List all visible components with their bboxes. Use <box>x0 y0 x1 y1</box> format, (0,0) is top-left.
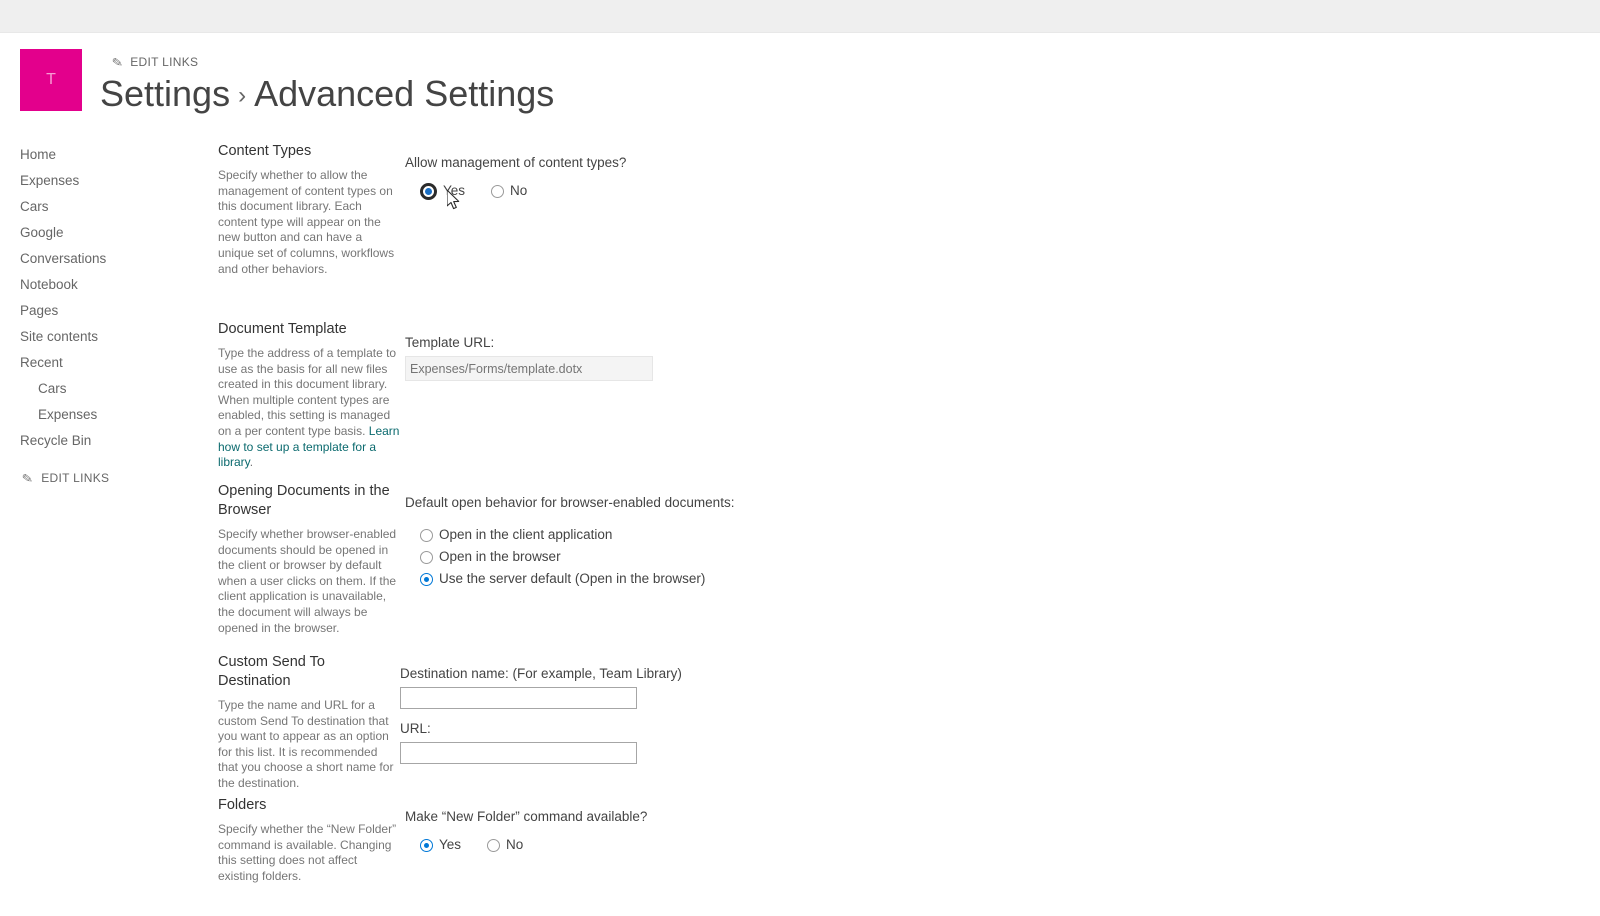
opening-documents-option-client[interactable]: Open in the client application <box>420 526 734 544</box>
sidebar-item-google[interactable]: Google <box>0 220 205 246</box>
opening-documents-question: Default open behavior for browser-enable… <box>405 495 735 510</box>
advanced-settings-form: Content Types Specify whether to allow t… <box>205 142 1600 916</box>
radio-icon-checked[interactable] <box>420 572 433 586</box>
content-types-option-no-label: No <box>510 183 528 198</box>
pencil-icon: ✎ <box>21 469 35 487</box>
edit-links-bottom-label: EDIT LINKS <box>41 471 110 485</box>
section-content-types-description: Specify whether to allow the management … <box>218 168 395 276</box>
section-document-template-description: Type the address of a template to use as… <box>218 346 400 471</box>
opening-documents-option-client-label: Open in the client application <box>439 527 613 542</box>
sidebar-item-recycle-bin[interactable]: Recycle Bin <box>0 428 205 454</box>
sidebar-item-recent[interactable]: Recent <box>0 350 205 376</box>
content-types-option-yes-label: Yes <box>443 183 466 198</box>
sidebar-item-site-contents[interactable]: Site contents <box>0 324 205 350</box>
destination-name-field: Destination name: (For example, Team Lib… <box>400 665 682 709</box>
section-custom-send-to-heading: Custom Send To Destination <box>218 654 325 689</box>
radio-icon-checked[interactable] <box>420 838 433 852</box>
site-logo[interactable]: T <box>20 49 82 111</box>
template-url-label: Template URL: <box>405 335 495 350</box>
breadcrumb-parent[interactable]: Settings <box>100 73 230 114</box>
destination-name-input[interactable] <box>400 687 637 709</box>
section-opening-documents: Opening Documents in the Browser Specify… <box>205 482 1600 653</box>
page-title: Advanced Settings <box>254 73 555 114</box>
section-folders-description: Specify whether the “New Folder” command… <box>218 822 397 883</box>
radio-icon-unchecked[interactable] <box>491 184 505 198</box>
sidebar-item-notebook[interactable]: Notebook <box>0 272 205 298</box>
destination-name-label: Destination name: (For example, Team Lib… <box>400 666 682 681</box>
radio-icon-unchecked[interactable] <box>487 838 501 852</box>
folders-option-yes[interactable]: Yes <box>420 836 461 854</box>
radio-icon-unchecked[interactable] <box>420 528 433 542</box>
section-document-template-heading: Document Template <box>218 321 347 337</box>
sidebar-subitem-expenses[interactable]: Expenses <box>0 402 205 428</box>
sidebar-item-home[interactable]: Home <box>0 142 205 168</box>
suite-bar <box>0 0 1600 33</box>
edit-links-bottom-button[interactable]: ✎ EDIT LINKS <box>21 469 110 487</box>
section-folders-heading: Folders <box>218 797 267 813</box>
breadcrumb-separator-icon: › <box>238 82 247 109</box>
edit-links-top-label: EDIT LINKS <box>130 55 199 69</box>
sidebar-item-expenses[interactable]: Expenses <box>0 168 205 194</box>
breadcrumb: Settings › Advanced Settings <box>100 73 554 115</box>
section-opening-documents-description: Specify whether browser-enabled document… <box>218 527 397 635</box>
content-types-option-no[interactable]: No <box>491 182 527 200</box>
sidebar: Home Expenses Cars Google Conversations … <box>0 142 205 486</box>
template-url-input[interactable] <box>405 356 653 381</box>
section-content-types-heading: Content Types <box>218 143 312 159</box>
section-folders: Folders Specify whether the “New Folder”… <box>205 796 1600 916</box>
folders-radio-group: Yes No <box>420 836 647 854</box>
content-types-radio-group: Yes No <box>420 182 626 200</box>
opening-documents-radio-group: Open in the client application Open in t… <box>405 526 734 588</box>
edit-links-top-button[interactable]: ✎ EDIT LINKS <box>111 53 199 71</box>
content-types-question: Allow management of content types? <box>405 155 627 170</box>
destination-url-field: URL: <box>400 720 682 764</box>
page-header: T ✎ EDIT LINKS Settings › Advanced Setting… <box>0 33 1600 138</box>
section-document-template: Document Template Type the address of a … <box>205 302 1600 482</box>
section-custom-send-to: Custom Send To Destination Type the name… <box>205 653 1600 796</box>
folders-option-no-label: No <box>506 837 524 852</box>
folders-option-yes-label: Yes <box>439 837 462 852</box>
destination-url-input[interactable] <box>400 742 637 764</box>
destination-url-label: URL: <box>400 721 431 736</box>
opening-documents-option-browser-label: Open in the browser <box>439 549 561 564</box>
sidebar-item-cars[interactable]: Cars <box>0 194 205 220</box>
sidebar-subitem-cars[interactable]: Cars <box>0 376 205 402</box>
sidebar-item-pages[interactable]: Pages <box>0 298 205 324</box>
site-logo-letter: T <box>46 71 56 88</box>
doc-template-desc-part2: . <box>249 455 254 470</box>
folders-option-no[interactable]: No <box>487 836 523 854</box>
section-custom-send-to-description: Type the name and URL for a custom Send … <box>218 698 394 790</box>
radio-icon-checked-focused[interactable] <box>420 182 437 200</box>
section-content-types: Content Types Specify whether to allow t… <box>205 142 1600 302</box>
opening-documents-option-server-default-label: Use the server default (Open in the brow… <box>439 571 706 586</box>
folders-question: Make “New Folder” command available? <box>405 809 648 824</box>
radio-icon-unchecked[interactable] <box>420 550 433 564</box>
sidebar-item-conversations[interactable]: Conversations <box>0 246 205 272</box>
pencil-icon: ✎ <box>111 53 125 71</box>
section-opening-documents-heading: Opening Documents in the Browser <box>218 483 390 518</box>
opening-documents-option-server-default[interactable]: Use the server default (Open in the brow… <box>420 570 734 588</box>
content-types-option-yes[interactable]: Yes <box>420 182 465 200</box>
opening-documents-option-browser[interactable]: Open in the browser <box>420 548 734 566</box>
